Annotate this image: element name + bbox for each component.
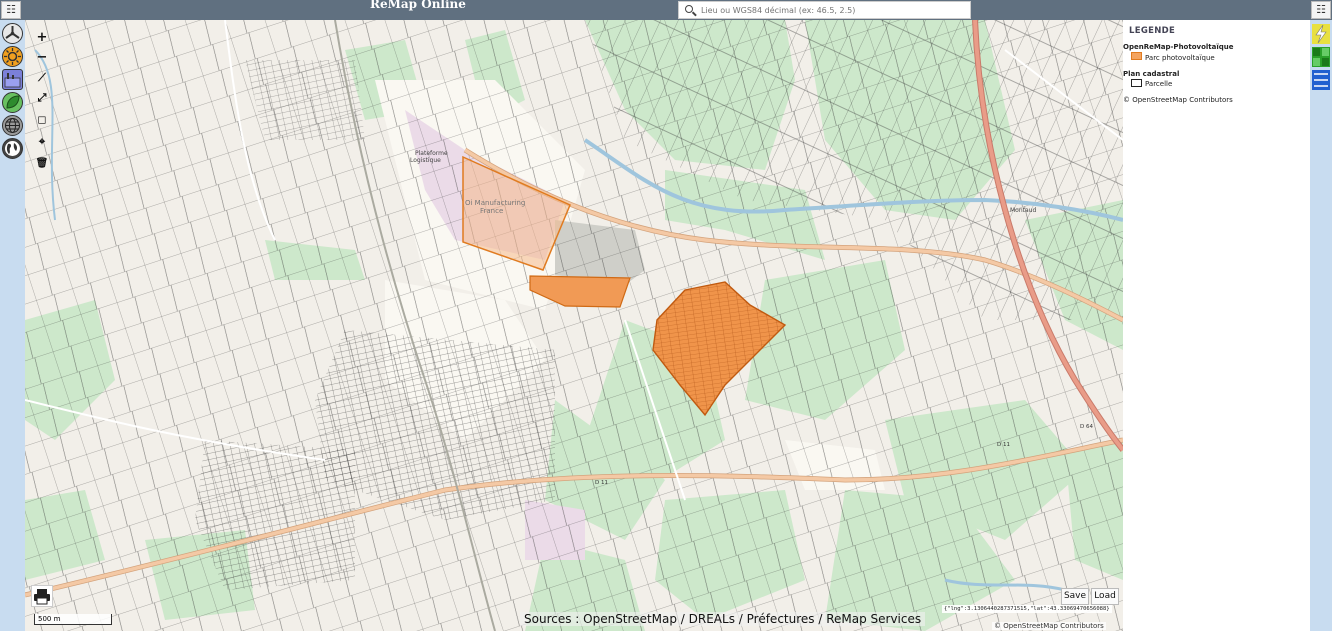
print-button[interactable] xyxy=(31,585,53,607)
draw-rectangle-tool[interactable]: ◻ xyxy=(30,110,54,130)
lightning-icon[interactable] xyxy=(1312,24,1330,44)
legend-item-parcel: Parcelle xyxy=(1145,80,1173,88)
svg-text:Plateforme: Plateforme xyxy=(415,150,448,157)
top-bar: ☷ ReMap Online ☷ xyxy=(0,0,1332,20)
save-button[interactable]: Save xyxy=(1061,588,1089,605)
search-input[interactable] xyxy=(701,3,961,17)
wind-layer-icon[interactable] xyxy=(2,23,23,44)
legend-title: LEGENDE xyxy=(1129,26,1176,36)
draw-toolbar: + − ⟋ ⤢ ◻ ⌖ 🗑 xyxy=(30,28,54,178)
svg-text:Logistique: Logistique xyxy=(410,157,441,164)
svg-text:D 11: D 11 xyxy=(595,480,608,486)
svg-text:Montaud: Montaud xyxy=(1010,207,1036,214)
legend-swatch-parcel xyxy=(1131,79,1142,87)
menu-right-icon[interactable]: ☷ xyxy=(1311,1,1331,19)
green-grid-icon[interactable] xyxy=(1312,47,1330,67)
legend-credit: © OpenStreetMap Contributors xyxy=(1123,96,1233,104)
app-title: ReMap Online xyxy=(370,0,466,11)
industry-layer-icon[interactable] xyxy=(2,69,23,90)
draw-polyline-tool[interactable]: ⟋ xyxy=(30,68,54,88)
svg-text:D 64: D 64 xyxy=(1080,424,1093,430)
svg-text:D 11: D 11 xyxy=(997,442,1010,448)
map-canvas[interactable]: Plateforme Logistique Oi Manufacturing F… xyxy=(25,20,1123,631)
sources-credit: Sources : OpenStreetMap / DREALs / Préfe… xyxy=(520,612,926,626)
world-globe-icon[interactable] xyxy=(2,138,23,159)
blue-lines-icon[interactable] xyxy=(1312,70,1330,90)
legend-panel: LEGENDE OpenReMap-Photovoltaïque Parc ph… xyxy=(1123,20,1310,631)
map-credit: © OpenStreetMap Contributors xyxy=(992,622,1106,630)
right-sidebar xyxy=(1310,20,1332,631)
delete-tool[interactable]: 🗑 xyxy=(30,154,54,174)
menu-left-icon[interactable]: ☷ xyxy=(1,1,21,19)
search-box[interactable] xyxy=(678,1,971,19)
legend-swatch-solar xyxy=(1131,52,1142,60)
svg-text:Oi Manufacturing: Oi Manufacturing xyxy=(465,199,525,207)
svg-text:France: France xyxy=(480,207,503,215)
zoom-out-button[interactable]: − xyxy=(30,48,54,68)
legend-group-photovoltaique: OpenReMap-Photovoltaïque xyxy=(1123,43,1234,51)
search-icon[interactable] xyxy=(685,5,693,13)
legend-item-solar: Parc photovoltaïque xyxy=(1145,54,1215,62)
zoom-in-button[interactable]: + xyxy=(30,28,54,48)
legend-group-cadastre: Plan cadastral xyxy=(1123,70,1180,78)
coordinates-readout: {"lng":3.1306440287371515,"lat":43.33069… xyxy=(942,605,1112,613)
draw-line-tool[interactable]: ⤢ xyxy=(30,88,54,108)
load-button[interactable]: Load xyxy=(1091,588,1119,605)
grid-globe-icon[interactable] xyxy=(2,115,23,136)
printer-icon xyxy=(34,589,50,605)
layer-sidebar xyxy=(0,20,25,631)
solar-layer-icon[interactable] xyxy=(2,46,23,67)
draw-marker-tool[interactable]: ⌖ xyxy=(30,132,54,152)
map-view[interactable]: Plateforme Logistique Oi Manufacturing F… xyxy=(25,20,1123,631)
scale-bar: 500 m xyxy=(34,614,112,625)
biomass-layer-icon[interactable] xyxy=(2,92,23,113)
